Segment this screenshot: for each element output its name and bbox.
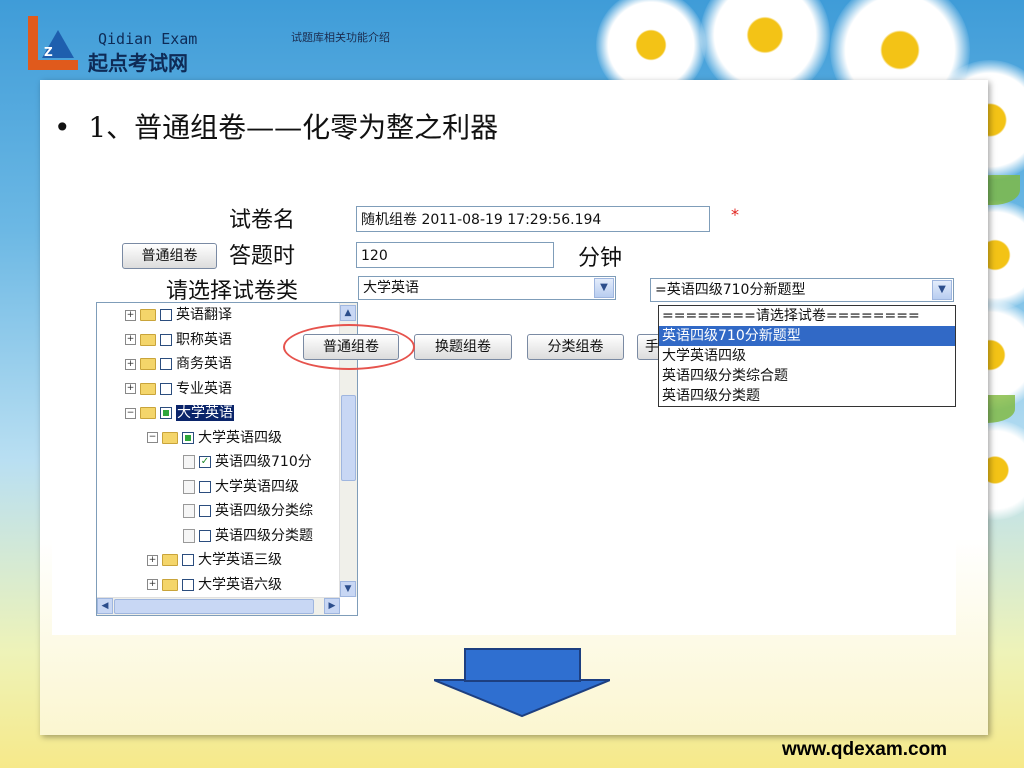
dropdown-option[interactable]: 英语四级710分新题型 xyxy=(659,326,955,346)
document-icon xyxy=(183,528,195,543)
tree-item-label: 英语四级分类题 xyxy=(215,527,313,544)
tree-item-label: 商务英语 xyxy=(176,356,232,372)
tree-checkbox[interactable] xyxy=(160,309,172,321)
required-marker: * xyxy=(731,205,739,224)
paper-name-label: 试卷名 xyxy=(229,208,296,233)
tree-row[interactable]: + 英语翻译 xyxy=(125,304,232,326)
tree-checkbox[interactable] xyxy=(160,382,172,395)
tree-row[interactable]: + 大学英语六级 xyxy=(147,574,282,596)
tree-checkbox[interactable] xyxy=(182,578,194,591)
tree-checkbox[interactable] xyxy=(182,431,194,444)
scroll-left-icon[interactable]: ◀ xyxy=(97,598,113,614)
folder-icon xyxy=(140,333,156,346)
tree-item-label: 大学英语四级 xyxy=(215,478,299,495)
document-icon xyxy=(183,455,195,469)
paper-name-input[interactable]: 随机组卷 2011-08-19 17:29:56.194 xyxy=(356,206,710,232)
tree-row[interactable]: ✓ 英语四级710分 xyxy=(169,451,312,473)
tree-row[interactable]: 英语四级分类题 xyxy=(169,525,313,547)
tree-row[interactable]: − 大学英语 xyxy=(125,402,234,424)
folder-icon xyxy=(140,382,156,395)
tree-item-label: 大学英语六级 xyxy=(198,576,282,593)
collapse-icon[interactable]: − xyxy=(125,407,136,419)
paper-type-select[interactable]: =英语四级710分新题型 ▼ xyxy=(650,278,954,302)
category-selected-value: 大学英语 xyxy=(363,280,419,296)
tree-item-label: 大学英语四级 xyxy=(198,429,282,446)
tree-checkbox[interactable] xyxy=(182,554,194,566)
expand-icon[interactable]: + xyxy=(125,309,136,321)
website-url: www.qdexam.com xyxy=(782,739,948,760)
logo-english-name: Qidian Exam xyxy=(98,30,198,48)
paper-type-dropdown-list[interactable]: ========请选择试卷======== 英语四级710分新题型 大学英语四级 英语… xyxy=(658,305,956,407)
tree-checkbox[interactable] xyxy=(199,529,211,542)
tree-checkbox[interactable] xyxy=(199,505,211,517)
tree-item-label: 大学英语 xyxy=(176,405,234,421)
dropdown-option[interactable]: 英语四级分类题 xyxy=(659,386,955,406)
answer-time-label: 答题时 xyxy=(229,244,296,269)
time-unit-label: 分钟 xyxy=(578,246,623,271)
tree-item-label: 大学英语三级 xyxy=(198,552,282,568)
slide-header: Z Qidian Exam 起点考试网 试题库相关功能介绍 xyxy=(0,0,1024,78)
scroll-right-icon[interactable]: ▶ xyxy=(324,598,340,614)
dropdown-option[interactable]: 大学英语四级 xyxy=(659,346,955,366)
tree-checkbox[interactable] xyxy=(199,480,211,493)
category-compose-button[interactable]: 分类组卷 xyxy=(527,334,624,360)
folder-icon xyxy=(140,309,156,321)
answer-time-input[interactable]: 120 xyxy=(356,242,554,268)
expand-icon[interactable]: + xyxy=(147,554,158,566)
tree-row[interactable]: + 职称英语 xyxy=(125,329,232,351)
qidian-logo-icon: Z xyxy=(28,16,78,70)
scroll-down-icon[interactable]: ▼ xyxy=(340,581,356,597)
tree-row[interactable]: − 大学英语四级 xyxy=(147,427,282,449)
tree-hscroll-thumb[interactable] xyxy=(114,599,314,614)
tree-scroll-thumb[interactable] xyxy=(341,395,356,481)
folder-icon xyxy=(140,407,156,419)
document-icon xyxy=(183,504,195,518)
slide-bullet-heading: • 1、普通组卷——化零为整之利器 xyxy=(54,111,499,144)
folder-icon xyxy=(162,578,178,591)
dropdown-option[interactable]: 英语四级分类综合题 xyxy=(659,366,955,386)
tree-row[interactable]: 英语四级分类综 xyxy=(169,500,313,522)
paper-category-select[interactable]: 大学英语 ▼ xyxy=(358,276,616,300)
chevron-down-icon[interactable]: ▼ xyxy=(932,280,952,300)
expand-icon[interactable]: + xyxy=(125,334,136,345)
tree-row[interactable]: + 大学英语三级 xyxy=(147,549,282,571)
expand-icon[interactable]: + xyxy=(125,383,136,394)
collapse-icon[interactable]: − xyxy=(147,432,158,443)
paper-type-selected-value: =英语四级710分新题型 xyxy=(655,282,806,298)
svg-text:Z: Z xyxy=(44,45,53,59)
header-subtitle: 试题库相关功能介绍 xyxy=(291,31,390,44)
tree-row[interactable]: 大学英语四级 xyxy=(169,476,299,498)
swap-compose-button[interactable]: 换题组卷 xyxy=(414,334,512,360)
document-icon xyxy=(183,479,195,494)
tree-item-label: 英语四级分类综 xyxy=(215,503,313,519)
folder-icon xyxy=(140,358,156,370)
paper-category-label: 请选择试卷类 xyxy=(166,279,299,304)
folder-icon xyxy=(162,431,178,444)
tree-row[interactable]: + 商务英语 xyxy=(125,353,232,375)
arrow-down-icon xyxy=(434,648,610,718)
bullet-text: 1、普通组卷——化零为整之利器 xyxy=(88,111,499,144)
dropdown-option[interactable]: ========请选择试卷======== xyxy=(659,306,955,326)
tree-row[interactable]: + 专业英语 xyxy=(125,378,232,400)
logo-chinese-name: 起点考试网 xyxy=(88,51,188,75)
tree-checkbox[interactable]: ✓ xyxy=(199,456,211,468)
side-normal-compose-button[interactable]: 普通组卷 xyxy=(122,243,217,269)
tree-item-label: 职称英语 xyxy=(176,331,232,348)
tree-checkbox[interactable] xyxy=(160,333,172,346)
tree-item-label: 英语四级710分 xyxy=(215,454,312,470)
expand-icon[interactable]: + xyxy=(125,358,136,370)
chevron-down-icon[interactable]: ▼ xyxy=(594,278,614,298)
tree-horizontal-scrollbar[interactable]: ◀ ▶ xyxy=(97,597,340,615)
highlight-ring xyxy=(283,324,415,370)
scroll-up-icon[interactable]: ▲ xyxy=(340,305,356,321)
expand-icon[interactable]: + xyxy=(147,579,158,590)
tree-checkbox[interactable] xyxy=(160,358,172,370)
tree-checkbox[interactable] xyxy=(160,407,172,419)
tree-item-label: 英语翻译 xyxy=(176,307,232,323)
tree-item-label: 专业英语 xyxy=(176,380,232,397)
folder-icon xyxy=(162,554,178,566)
